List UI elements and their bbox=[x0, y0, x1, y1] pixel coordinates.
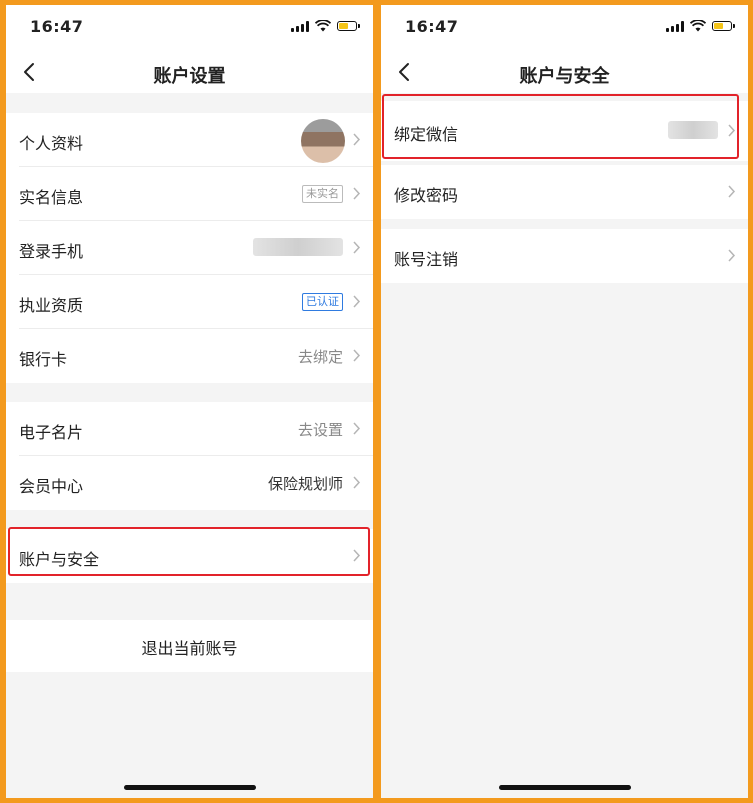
row-label: 执业资质 bbox=[19, 296, 84, 315]
page-title: 账户与安全 bbox=[519, 66, 610, 87]
home-indicator[interactable] bbox=[498, 785, 631, 790]
row-value: 去绑定 bbox=[297, 348, 343, 366]
blurred-phone-number bbox=[253, 238, 343, 256]
chevron-right-icon bbox=[728, 185, 736, 198]
nav-bar: 账户与安全 bbox=[381, 53, 748, 93]
row-change-password[interactable]: 修改密码 bbox=[381, 165, 748, 219]
row-bank-card[interactable]: 银行卡 去绑定 bbox=[6, 329, 373, 383]
battery-icon bbox=[337, 21, 360, 31]
battery-icon bbox=[712, 21, 735, 31]
nav-bar: 账户设置 bbox=[6, 53, 373, 93]
page-title: 账户设置 bbox=[153, 66, 226, 87]
avatar bbox=[301, 119, 345, 163]
signal-icon bbox=[291, 20, 309, 32]
row-value: 去设置 bbox=[297, 421, 343, 439]
row-value: 保险规划师 bbox=[267, 475, 343, 493]
chevron-right-icon bbox=[353, 241, 361, 254]
row-label: 会员中心 bbox=[19, 477, 84, 496]
status-badge-unverified: 未实名 bbox=[302, 185, 343, 203]
row-e-business-card[interactable]: 电子名片 去设置 bbox=[6, 402, 373, 456]
logout-button[interactable]: 退出当前账号 bbox=[6, 620, 373, 672]
wifi-icon bbox=[690, 20, 706, 32]
chevron-right-icon bbox=[353, 476, 361, 489]
home-indicator[interactable] bbox=[123, 785, 256, 790]
left-screen-account-settings: 16:47 账户设置 个人资料 实名信息 未实名 登录手机 执业资质 已认证 银… bbox=[6, 5, 373, 798]
right-screen-account-security: 16:47 账户与安全 绑定微信 修改密码 账号注销 bbox=[381, 5, 748, 798]
chevron-right-icon bbox=[353, 295, 361, 308]
wifi-icon bbox=[315, 20, 331, 32]
row-label: 登录手机 bbox=[19, 242, 84, 261]
logout-label: 退出当前账号 bbox=[141, 639, 238, 658]
row-label: 实名信息 bbox=[19, 188, 84, 207]
highlight-box bbox=[382, 94, 739, 159]
chevron-right-icon bbox=[728, 249, 736, 262]
row-label: 修改密码 bbox=[394, 186, 459, 205]
row-label: 个人资料 bbox=[19, 134, 84, 153]
row-account-cancellation[interactable]: 账号注销 bbox=[381, 229, 748, 283]
chevron-right-icon bbox=[353, 133, 361, 146]
chevron-right-icon bbox=[353, 187, 361, 200]
row-login-phone[interactable]: 登录手机 bbox=[6, 221, 373, 275]
row-label: 账号注销 bbox=[394, 250, 459, 269]
status-time: 16:47 bbox=[405, 17, 459, 36]
status-bar: 16:47 bbox=[381, 5, 748, 53]
signal-icon bbox=[666, 20, 684, 32]
row-personal-profile[interactable]: 个人资料 bbox=[6, 113, 373, 167]
status-badge-verified: 已认证 bbox=[302, 293, 343, 311]
status-bar: 16:47 bbox=[6, 5, 373, 53]
row-practice-qualification[interactable]: 执业资质 已认证 bbox=[6, 275, 373, 329]
status-time: 16:47 bbox=[30, 17, 84, 36]
chevron-right-icon bbox=[353, 349, 361, 362]
row-label: 银行卡 bbox=[19, 350, 68, 369]
row-real-name-info[interactable]: 实名信息 未实名 bbox=[6, 167, 373, 221]
chevron-right-icon bbox=[353, 422, 361, 435]
row-label: 电子名片 bbox=[19, 423, 84, 442]
row-member-center[interactable]: 会员中心 保险规划师 bbox=[6, 456, 373, 510]
highlight-box bbox=[8, 527, 370, 576]
